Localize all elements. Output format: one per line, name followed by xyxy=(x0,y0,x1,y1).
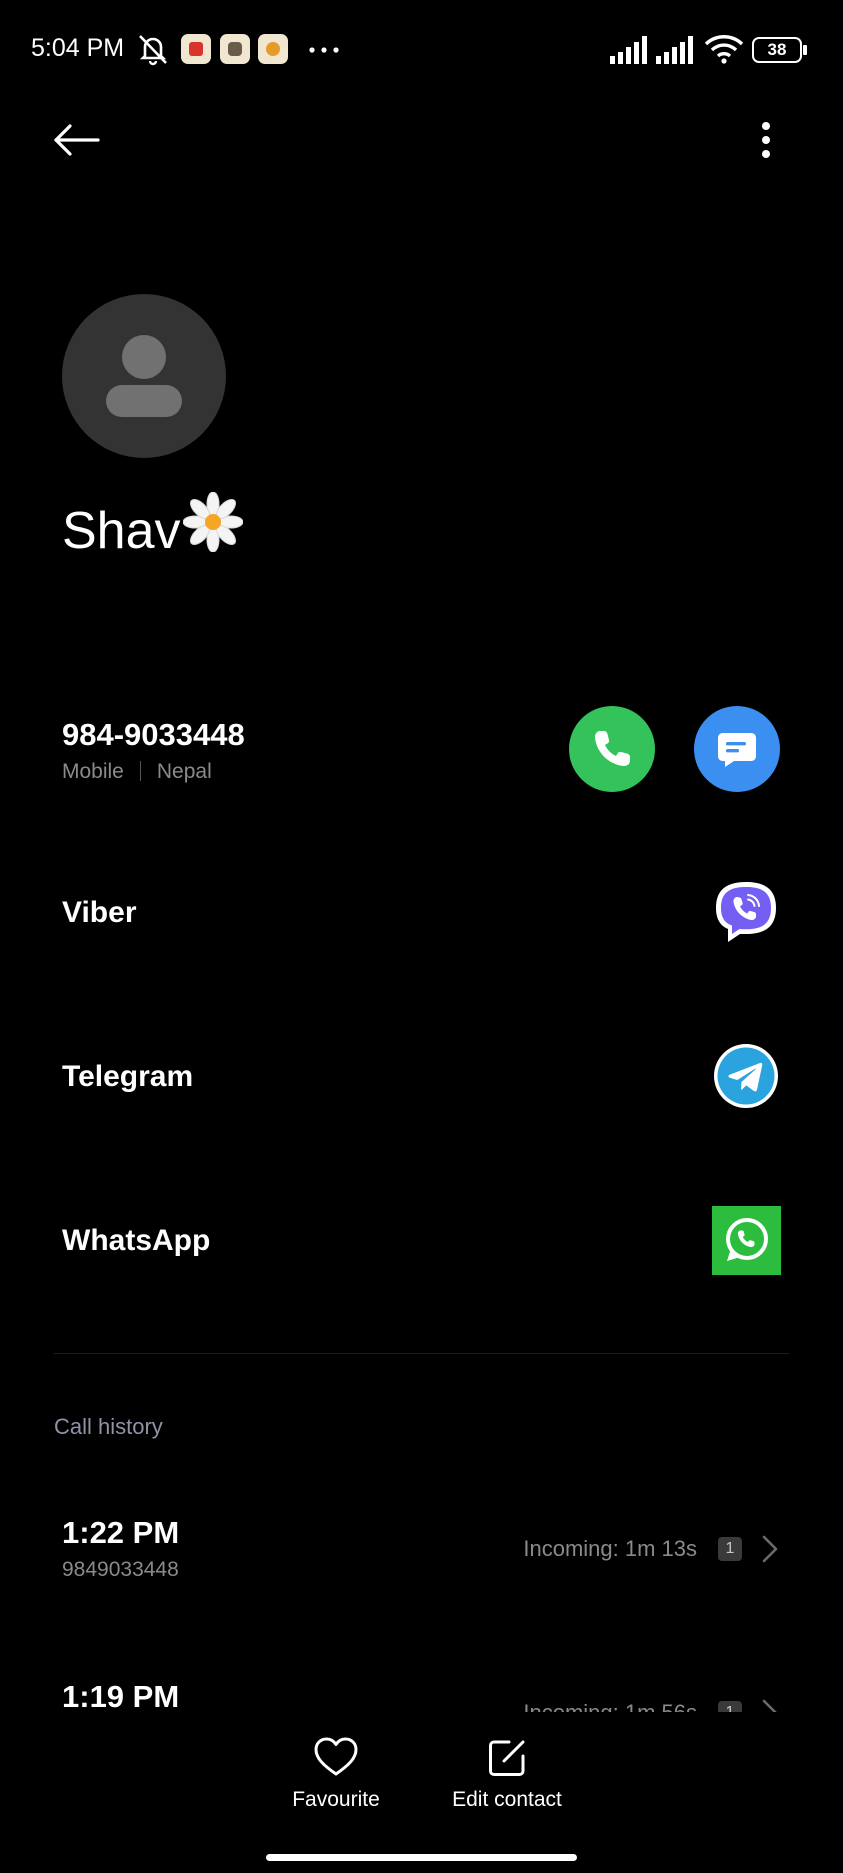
favourite-button[interactable]: Favourite xyxy=(272,1736,400,1812)
back-button[interactable] xyxy=(40,110,112,170)
contact-name-text: Shav xyxy=(62,502,181,560)
toolbar xyxy=(0,100,843,200)
avatar xyxy=(62,294,226,458)
edit-contact-label: Edit contact xyxy=(452,1788,562,1811)
notification-app-icon xyxy=(220,34,250,64)
home-indicator[interactable] xyxy=(266,1854,577,1861)
meta-separator xyxy=(139,761,141,781)
more-notifications-icon xyxy=(309,47,339,53)
whatsapp-label[interactable]: WhatsApp xyxy=(62,1224,210,1258)
battery-icon: 38 xyxy=(752,37,802,63)
viber-icon[interactable] xyxy=(712,878,780,948)
contact-name: Shav xyxy=(62,492,243,561)
notification-app-icon xyxy=(181,34,211,64)
arrow-left-icon xyxy=(54,124,100,156)
telegram-label[interactable]: Telegram xyxy=(62,1060,193,1094)
heart-icon xyxy=(314,1737,358,1776)
signal-icon xyxy=(610,36,647,64)
message-button[interactable] xyxy=(694,706,780,792)
favourite-label: Favourite xyxy=(292,1788,380,1811)
call-button[interactable] xyxy=(569,706,655,792)
battery-level: 38 xyxy=(767,40,787,59)
phone-number[interactable]: 984-9033448 xyxy=(62,717,245,753)
viber-label[interactable]: Viber xyxy=(62,896,137,930)
history-number: 9849033448 xyxy=(62,1558,179,1581)
edit-contact-button[interactable]: Edit contact xyxy=(440,1736,574,1812)
avatar-body xyxy=(106,385,182,417)
notification-app-icon xyxy=(258,34,288,64)
history-time: 1:19 PM xyxy=(62,1679,180,1714)
history-time: 1:22 PM xyxy=(62,1515,180,1550)
daisy-flower-icon xyxy=(182,492,243,552)
edit-icon xyxy=(489,1740,525,1776)
signal-icon xyxy=(656,36,693,64)
more-options-button[interactable] xyxy=(746,110,786,170)
whatsapp-icon[interactable] xyxy=(712,1206,781,1275)
history-detail: Incoming: 1m 13s xyxy=(523,1536,697,1561)
telegram-icon[interactable] xyxy=(712,1042,780,1110)
wifi-icon xyxy=(704,35,744,64)
battery-tip xyxy=(803,45,807,55)
silent-icon xyxy=(139,35,167,66)
history-count-badge: 1 xyxy=(718,1537,742,1561)
more-vertical-icon xyxy=(762,122,770,158)
chevron-right-icon[interactable] xyxy=(760,1533,780,1565)
message-icon xyxy=(718,733,756,767)
call-history-title: Call history xyxy=(54,1414,163,1439)
status-time: 5:04 PM xyxy=(31,34,125,62)
avatar-head xyxy=(122,335,166,379)
phone-region: Nepal xyxy=(156,760,212,783)
bottom-action-bar: Favourite Edit contact xyxy=(0,1712,843,1873)
phone-icon xyxy=(595,731,630,766)
phone-meta: Mobile Nepal xyxy=(62,760,212,784)
phone-type: Mobile xyxy=(62,760,124,783)
status-bar: 5:04 PM 38 xyxy=(0,0,843,100)
section-divider xyxy=(54,1353,789,1354)
